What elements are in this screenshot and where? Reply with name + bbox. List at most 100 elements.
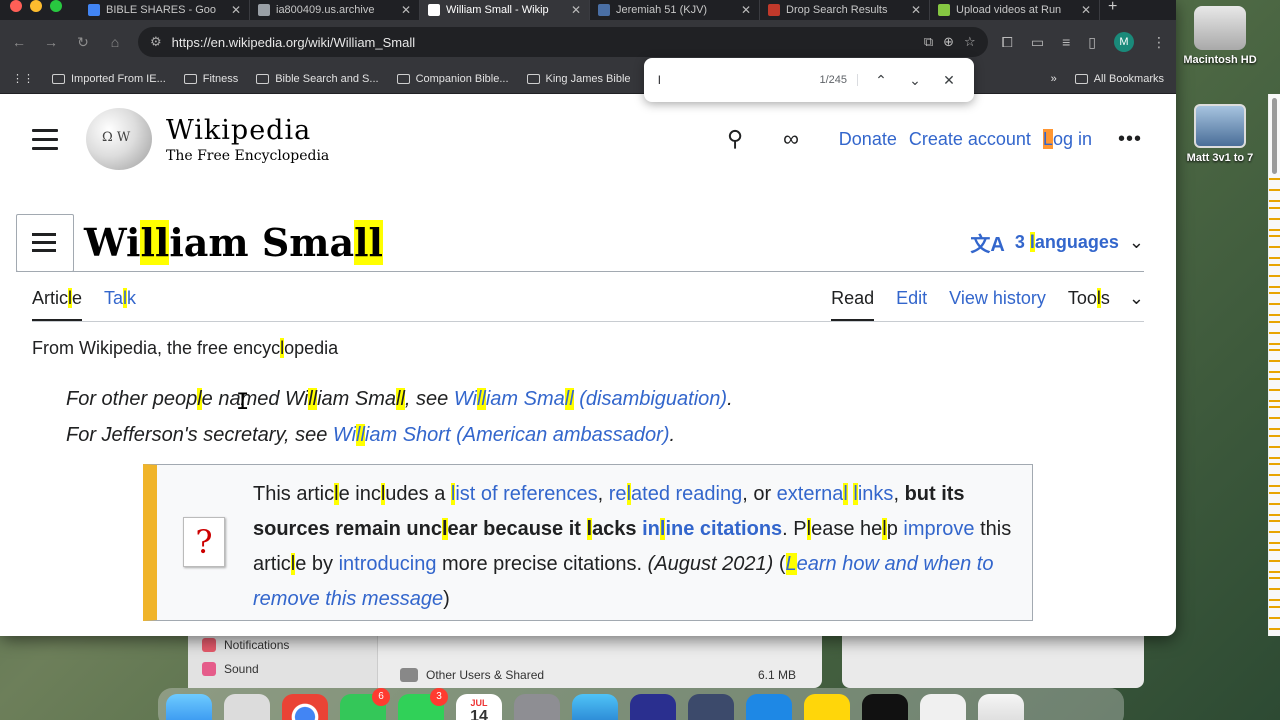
more-bookmarks-button[interactable]: »	[1051, 73, 1057, 85]
sidebar-item-label: Sound	[224, 662, 259, 676]
browser-tab[interactable]: Upload videos at Run ✕	[930, 0, 1100, 20]
notice-bold: acks	[592, 518, 643, 540]
new-tab-button[interactable]: +	[1108, 0, 1117, 16]
browser-tab[interactable]: Drop Search Results ✕	[760, 0, 930, 20]
zoom-icon[interactable]: ⊕	[943, 34, 954, 50]
notice-text: This article includes a list of referenc…	[253, 477, 1023, 617]
improve-link[interactable]: improve	[903, 518, 974, 540]
terminal-icon[interactable]	[862, 694, 908, 720]
related-reading-link[interactable]: related reading	[609, 483, 742, 505]
browser-toolbar: ← → ↻ ⌂ ⚙ https://en.wikipedia.org/wiki/…	[0, 20, 1176, 64]
scrollbar-thumb[interactable]	[1272, 98, 1277, 174]
menu-kebab-icon[interactable]: ⋮	[1152, 34, 1166, 51]
back-icon[interactable]: ←	[10, 34, 28, 50]
find-close-button[interactable]: ✕	[938, 72, 960, 89]
tools-dropdown[interactable]: Tools ⌄	[1068, 284, 1144, 321]
chrome-icon[interactable]	[282, 694, 328, 720]
close-window-button[interactable]	[10, 0, 22, 12]
close-tab-icon[interactable]: ✕	[401, 3, 411, 17]
bookmark-item[interactable]: King James Bible	[526, 73, 631, 85]
wikipedia-wordmark[interactable]: Wikipedia The Free Encyclopedia	[166, 115, 329, 164]
bookmark-star-icon[interactable]: ☆	[964, 34, 976, 50]
bookmark-item[interactable]: Companion Bible...	[396, 73, 509, 85]
find-next-button[interactable]: ⌄	[904, 72, 926, 89]
list-of-references-link[interactable]: list of references	[450, 483, 598, 505]
app-icon[interactable]	[688, 694, 734, 720]
desktop-icon-screenshot[interactable]: Matt 3v1 to 7	[1172, 104, 1268, 164]
page-scrollbar[interactable]	[1268, 94, 1280, 636]
bookmark-item[interactable]: Fitness	[183, 73, 238, 85]
reading-list-icon[interactable]: ≡	[1062, 34, 1070, 50]
safari-icon[interactable]	[572, 694, 618, 720]
login-link[interactable]: Log in	[1042, 128, 1092, 150]
launchpad-icon[interactable]	[224, 694, 270, 720]
calendar-icon[interactable]: JUL 14	[456, 694, 502, 720]
donate-link[interactable]: Donate	[839, 129, 897, 150]
all-bookmarks-button[interactable]: All Bookmarks	[1074, 73, 1164, 85]
inline-citations-link[interactable]: inline citations	[642, 518, 782, 540]
sidebar-item-sound[interactable]: Sound	[202, 662, 259, 676]
close-tab-icon[interactable]: ✕	[231, 3, 241, 17]
document-icon[interactable]	[920, 694, 966, 720]
extensions-icon[interactable]: ⧠	[1002, 34, 1013, 51]
forward-icon[interactable]: →	[42, 34, 60, 50]
sidebar-item-notifications[interactable]: Notifications	[202, 638, 289, 652]
notice-segment: ,	[597, 483, 609, 505]
trash-icon[interactable]	[978, 694, 1024, 720]
tab-edit[interactable]: Edit	[896, 284, 927, 321]
browser-tab[interactable]: Jeremiah 51 (KJV) ✕	[590, 0, 760, 20]
storage-row-other-users[interactable]: Other Users & Shared 6.1 MB	[400, 668, 796, 682]
william-short-link[interactable]: William Short (American ambassador)	[333, 424, 669, 446]
desktop-icon-macintosh-hd[interactable]: Macintosh HD	[1172, 6, 1268, 66]
find-match-count: 1/245	[819, 74, 858, 86]
finder-icon[interactable]	[166, 694, 212, 720]
tab-article[interactable]: Article	[32, 284, 83, 321]
close-tab-icon[interactable]: ✕	[741, 3, 751, 17]
find-in-page-icon[interactable]: ⧉	[924, 34, 933, 50]
facetime-icon[interactable]: 3	[398, 688, 448, 720]
side-panel-icon[interactable]: ▯	[1088, 34, 1096, 51]
find-previous-button[interactable]: ⌃	[870, 72, 892, 89]
notice-segment: ease he	[811, 518, 883, 540]
browser-tab[interactable]: William Small - Wikip ✕	[420, 0, 590, 20]
address-bar[interactable]: ⚙ https://en.wikipedia.org/wiki/William_…	[138, 27, 988, 57]
tab-talk[interactable]: Talk	[104, 284, 136, 321]
app-icon[interactable]	[630, 694, 676, 720]
minimize-window-button[interactable]	[30, 0, 42, 12]
hatnote-text: .	[727, 388, 733, 410]
zoom-window-button[interactable]	[50, 0, 62, 12]
introducing-link[interactable]: introducing	[339, 553, 437, 575]
close-tab-icon[interactable]: ✕	[911, 3, 921, 17]
close-tab-icon[interactable]: ✕	[571, 3, 581, 17]
reload-icon[interactable]: ↻	[74, 34, 92, 51]
appearance-glasses-icon[interactable]: ∞	[783, 126, 799, 152]
find-input[interactable]: l	[658, 73, 807, 87]
external-links-link[interactable]: external links	[777, 483, 893, 505]
wikipedia-globe-logo[interactable]	[86, 108, 152, 170]
browser-tab[interactable]: ia800409.us.archive ✕	[250, 0, 420, 20]
notes-icon[interactable]	[804, 694, 850, 720]
system-settings-icon[interactable]	[514, 694, 560, 720]
tab-read[interactable]: Read	[831, 284, 875, 321]
site-info-icon[interactable]: ⚙	[150, 34, 162, 50]
main-menu-icon[interactable]	[32, 128, 58, 150]
bookmark-item[interactable]: Bible Search and S...	[256, 73, 379, 85]
more-options-icon[interactable]: •••	[1118, 128, 1142, 151]
find-match-current: L	[1042, 128, 1053, 149]
link-text: (disambiguation)	[573, 388, 728, 410]
close-tab-icon[interactable]: ✕	[1081, 3, 1091, 17]
cast-icon[interactable]: ▭	[1031, 34, 1044, 51]
apps-grid-icon[interactable]: ⋮⋮	[12, 72, 34, 85]
browser-tab[interactable]: BIBLE SHARES - Goo ✕	[80, 0, 250, 20]
tab-view-history[interactable]: View history	[949, 284, 1046, 321]
home-icon[interactable]: ⌂	[106, 34, 124, 50]
table-of-contents-button[interactable]	[16, 213, 74, 272]
languages-button[interactable]: 文A 3 languages ⌄	[970, 228, 1144, 257]
create-account-link[interactable]: Create account	[909, 129, 1031, 150]
profile-avatar[interactable]: M	[1114, 32, 1134, 52]
mail-icon[interactable]	[746, 694, 792, 720]
disambiguation-link[interactable]: William Small (disambiguation)	[454, 388, 727, 410]
messages-icon[interactable]: 6	[340, 688, 390, 720]
bookmark-item[interactable]: Imported From IE...	[52, 73, 166, 85]
search-icon[interactable]: ⚲	[727, 126, 743, 152]
